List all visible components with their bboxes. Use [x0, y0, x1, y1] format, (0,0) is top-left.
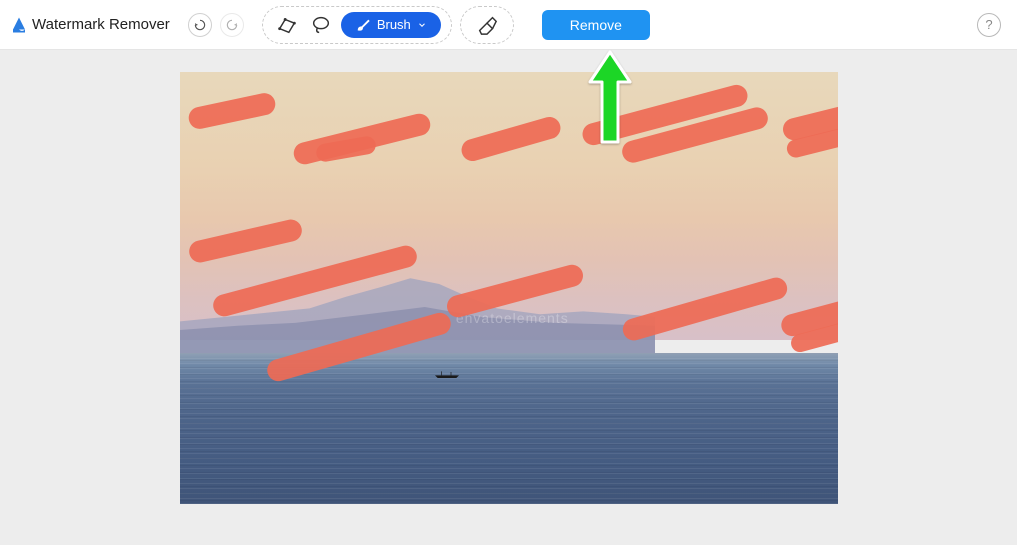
brush-label: Brush [377, 17, 411, 32]
logo-group: Watermark Remover [10, 16, 180, 34]
image-canvas[interactable]: envatoelements [180, 72, 838, 504]
selection-tool-group: Brush [262, 6, 452, 44]
help-button[interactable]: ? [977, 13, 1001, 37]
image-boat [430, 370, 464, 378]
brush-tool-button[interactable]: Brush [341, 12, 441, 38]
lasso-icon [310, 14, 332, 36]
polygon-tool-button[interactable] [273, 11, 301, 39]
undo-button[interactable] [188, 13, 212, 37]
app-header: Watermark Remover [0, 0, 1017, 50]
canvas-area: envatoelements [0, 50, 1017, 545]
undo-icon [193, 18, 207, 32]
app-title: Watermark Remover [32, 16, 170, 33]
eraser-tool-group [460, 6, 514, 44]
redo-icon [225, 18, 239, 32]
polygon-icon [276, 14, 298, 36]
chevron-down-icon [417, 20, 427, 30]
app-logo-icon [10, 16, 28, 34]
eraser-tool-button[interactable] [473, 11, 501, 39]
help-icon: ? [985, 17, 992, 32]
remove-button[interactable]: Remove [542, 10, 650, 40]
redo-button[interactable] [220, 13, 244, 37]
lasso-tool-button[interactable] [307, 11, 335, 39]
image-mountain [180, 271, 655, 357]
brush-icon [355, 17, 371, 33]
eraser-icon [476, 14, 498, 36]
